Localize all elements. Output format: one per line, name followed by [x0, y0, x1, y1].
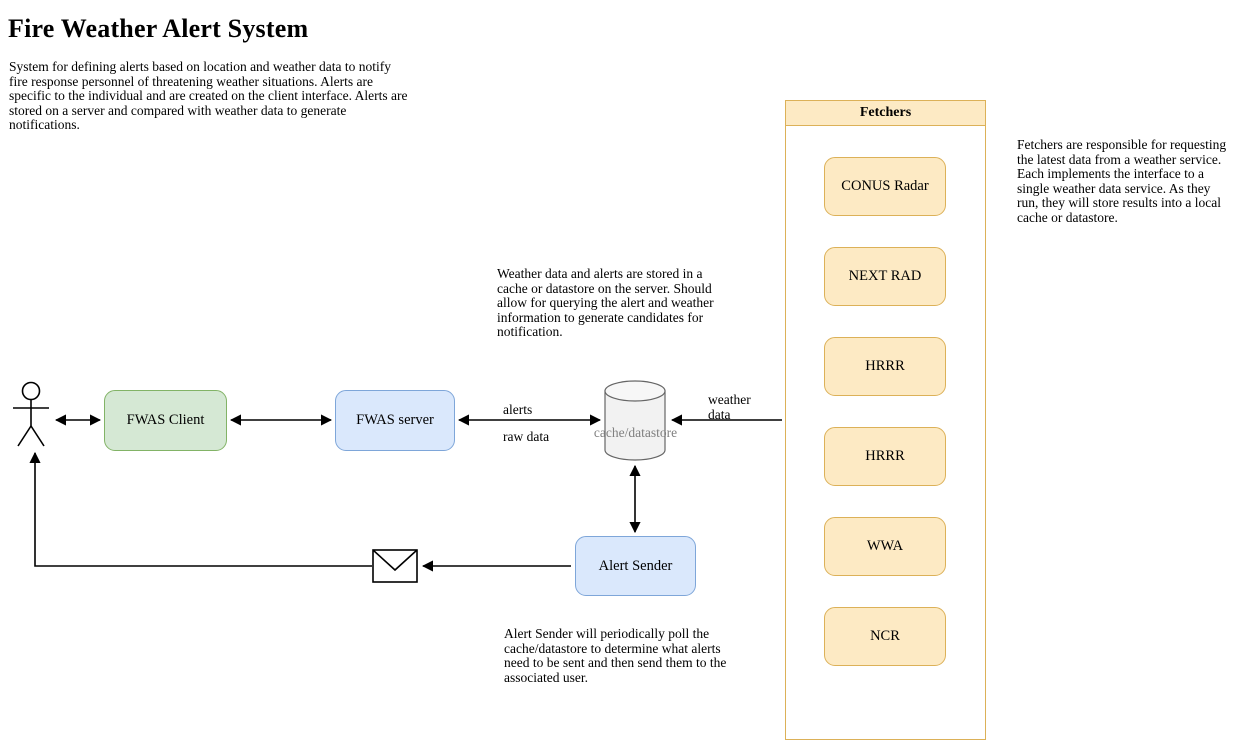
- fetcher-node-label: NCR: [870, 628, 900, 644]
- fetchers-panel-header: Fetchers: [786, 101, 985, 126]
- fetchers-panel: Fetchers CONUS Radar NEXT RAD HRRR HRRR WWA N…: [785, 100, 986, 740]
- actor-user-icon: [13, 381, 49, 447]
- fetcher-node-label: HRRR: [865, 358, 905, 374]
- node-cache-datastore[interactable]: [604, 380, 666, 461]
- node-alert-sender[interactable]: Alert Sender: [575, 536, 696, 596]
- fetcher-node-label: NEXT RAD: [848, 268, 922, 284]
- edge-label-weather-data: weather data: [708, 392, 751, 422]
- node-fwas-client-label: FWAS Client: [126, 412, 205, 428]
- fetcher-node[interactable]: WWA: [824, 517, 946, 576]
- fetcher-node-label: WWA: [866, 538, 904, 554]
- fetcher-node[interactable]: NCR: [824, 607, 946, 666]
- node-alert-sender-label: Alert Sender: [598, 557, 673, 574]
- fetcher-node[interactable]: HRRR: [824, 427, 946, 486]
- edge-label-raw-data: raw data: [503, 429, 550, 444]
- envelope-icon: [372, 549, 418, 583]
- fetchers-list: CONUS Radar NEXT RAD HRRR HRRR WWA NCR: [786, 126, 985, 738]
- fetcher-node[interactable]: NEXT RAD: [824, 247, 946, 306]
- node-fwas-client[interactable]: FWAS Client: [104, 390, 227, 451]
- cache-datastore-label: cache/datastore: [593, 425, 678, 440]
- edge-envelope-actor: [29, 451, 372, 567]
- fetcher-node[interactable]: HRRR: [824, 337, 946, 396]
- fetcher-node-label: CONUS Radar: [841, 178, 929, 194]
- edge-label-alerts: alerts: [503, 402, 533, 417]
- diagram-canvas: [13, 381, 782, 583]
- fetcher-node-label: HRRR: [865, 448, 905, 464]
- fetcher-node[interactable]: CONUS Radar: [824, 157, 946, 216]
- node-fwas-server-label: FWAS server: [356, 412, 434, 428]
- node-fwas-server[interactable]: FWAS server: [335, 390, 455, 451]
